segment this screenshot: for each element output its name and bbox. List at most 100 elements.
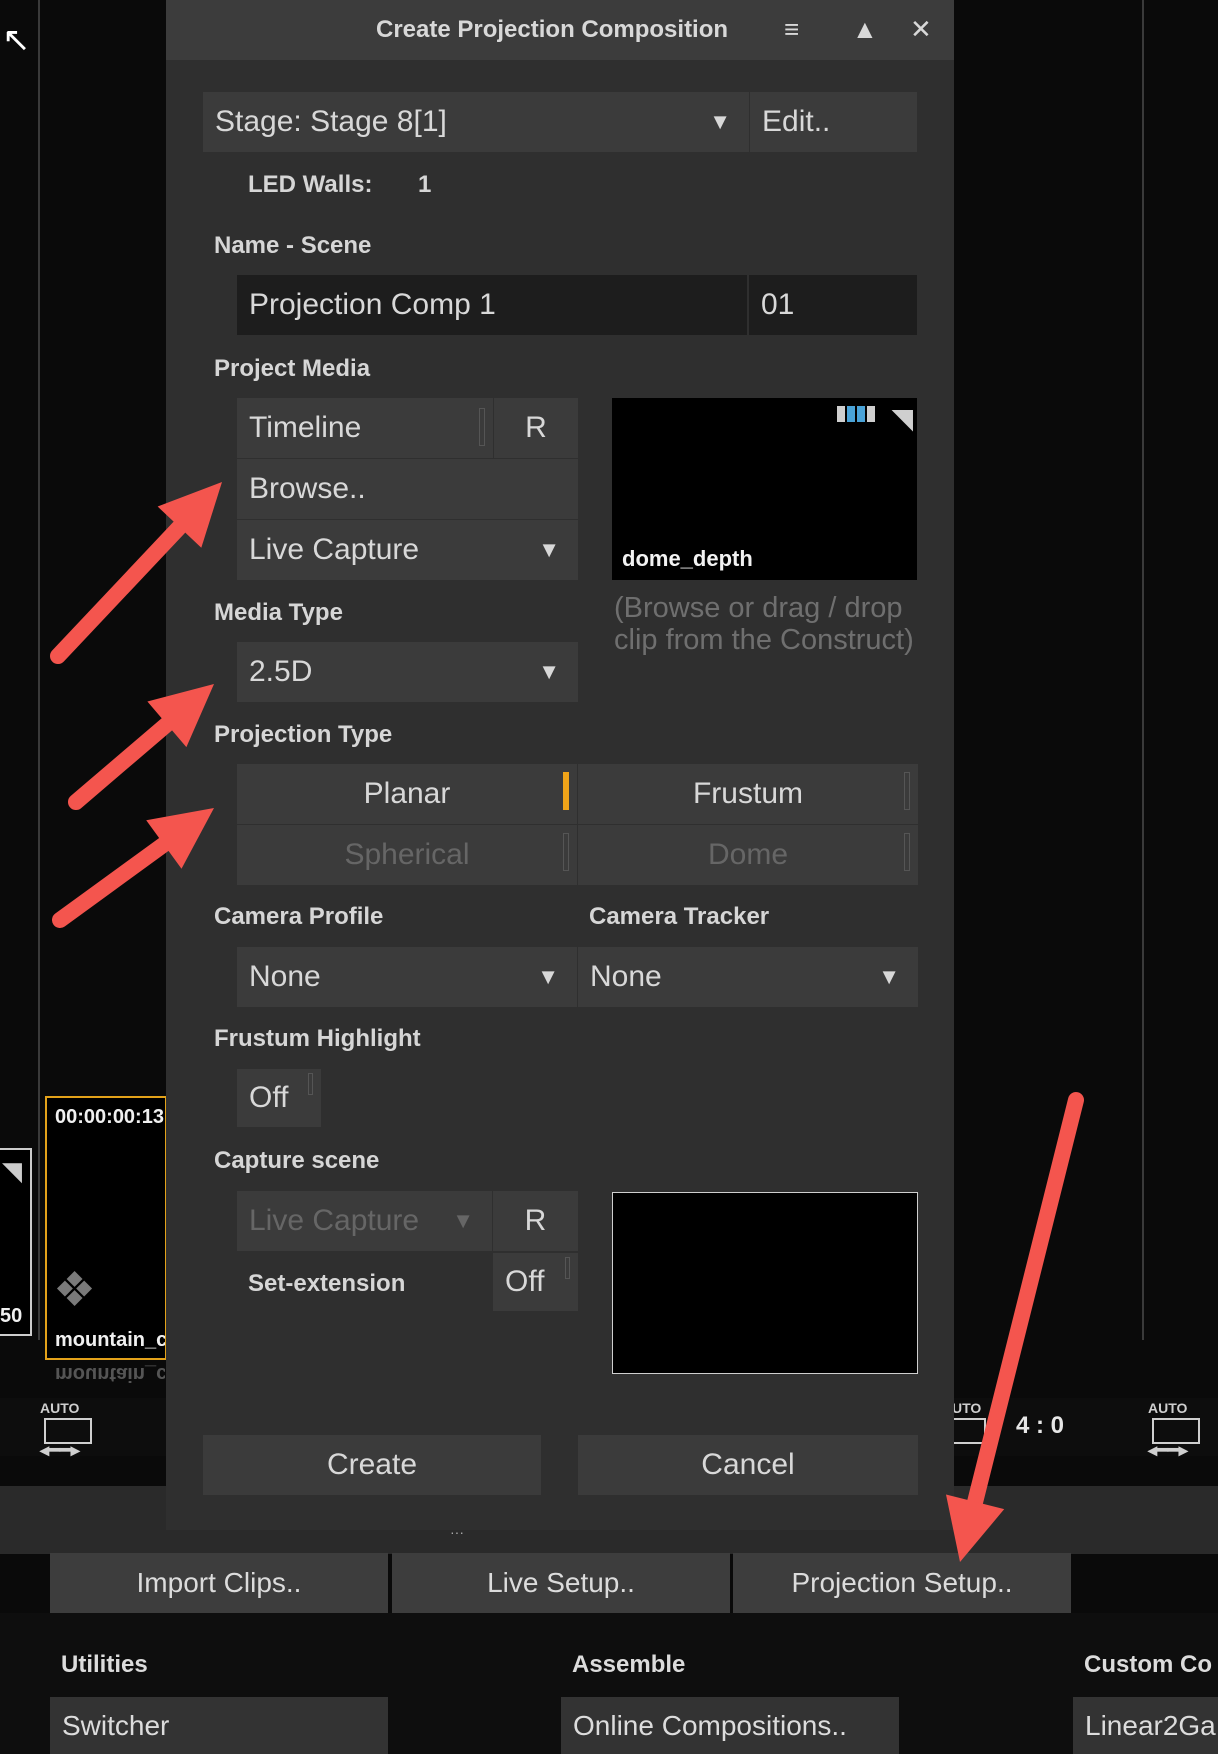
panel-divider (1142, 0, 1144, 1340)
chevron-down-icon: ▼ (452, 1208, 474, 1233)
switcher-button[interactable]: Switcher (50, 1697, 388, 1754)
annotation-arrow-shaft (68, 716, 175, 810)
chevron-down-icon: ▼ (538, 659, 560, 684)
double-arrow-icon: ◂━━▸ (1148, 1440, 1188, 1460)
custom-heading: Custom Co (1084, 1651, 1212, 1678)
assemble-heading: Assemble (572, 1651, 686, 1678)
ratio-readout: 4 : 0 (1016, 1412, 1065, 1439)
media-type-label: Media Type (214, 599, 343, 626)
level-meter-icon (837, 406, 875, 422)
set-extension-label: Set-extension (248, 1270, 406, 1297)
frustum-highlight-toggle[interactable]: Off (237, 1069, 321, 1127)
auto-transition-icon[interactable]: AUTO ◂━━▸ (40, 1400, 98, 1460)
frustum-highlight-label: Frustum Highlight (214, 1025, 421, 1052)
spherical-label: Spherical (344, 838, 470, 871)
chevron-down-icon: ▼ (538, 537, 560, 562)
camera-tracker-label: Camera Tracker (589, 903, 770, 930)
toggle-indicator (904, 833, 910, 871)
clip-name: mountain_c (55, 1329, 165, 1351)
media-preview[interactable]: ◥ dome_depth (612, 398, 917, 580)
close-icon[interactable]: ✕ (910, 14, 932, 45)
toggle-indicator (479, 408, 485, 446)
frustum-toggle[interactable]: Frustum (578, 764, 918, 824)
capture-scene-label: Capture scene (214, 1147, 380, 1174)
mouse-cursor-icon: ↖ (2, 21, 31, 59)
stage-dropdown[interactable]: Stage: Stage 8[1] ▼ (203, 92, 749, 152)
led-walls-value: 1 (418, 171, 432, 198)
preview-clip-name: dome_depth (622, 546, 753, 571)
browse-hint: (Browse or drag / drop clip from the Con… (614, 592, 914, 656)
auto-label: AUTO (40, 1400, 80, 1416)
timeline-label: Timeline (249, 411, 362, 444)
camera-profile-label: Camera Profile (214, 903, 384, 930)
clip-name-reflection: mountain_c (55, 1363, 165, 1385)
stage-value: Stage: Stage 8[1] (215, 105, 447, 138)
live-setup-button[interactable]: Live Setup.. (392, 1553, 730, 1613)
name-scene-label: Name - Scene (214, 232, 372, 259)
chevron-down-icon: ▼ (537, 964, 559, 989)
live-capture-value: Live Capture (249, 533, 420, 566)
panel-divider (38, 0, 40, 1340)
camera-tracker-dropdown[interactable]: None ▼ (578, 947, 918, 1007)
auto-label: UTO (952, 1400, 982, 1416)
puzzle-icon: ❖ (53, 1264, 97, 1317)
clip-thumbnail-partial[interactable]: ◥ 50 (0, 1148, 32, 1336)
menu-icon[interactable]: ≡ (784, 14, 799, 45)
active-indicator (563, 772, 569, 810)
create-projection-dialog: Create Projection Composition ≡ ▲ ✕ Stag… (166, 0, 954, 1530)
toggle-indicator (308, 1073, 313, 1095)
project-media-label: Project Media (214, 355, 371, 382)
dialog-title: Create Projection Composition (376, 16, 729, 43)
page-corner-icon: ◥ (2, 1156, 22, 1186)
timeline-button[interactable]: Timeline (237, 398, 493, 458)
chevron-down-icon: ▼ (878, 964, 900, 989)
stage-edit-button[interactable]: Edit.. (750, 92, 917, 152)
camera-tracker-value: None (590, 960, 662, 993)
utilities-heading: Utilities (61, 1651, 148, 1678)
projection-setup-button[interactable]: Projection Setup.. (733, 1553, 1071, 1613)
toggle-indicator (563, 833, 569, 871)
browse-button[interactable]: Browse.. (237, 459, 578, 519)
toggle-indicator (565, 1257, 570, 1279)
camera-profile-dropdown[interactable]: None ▼ (237, 947, 577, 1007)
clip-timecode: 00:00:00:13 (55, 1106, 164, 1128)
capture-reset-button[interactable]: R (493, 1191, 578, 1251)
camera-profile-value: None (249, 960, 321, 993)
frustum-highlight-value: Off (249, 1081, 289, 1114)
chevron-down-icon: ▼ (709, 109, 731, 134)
auto-transition-icon[interactable]: AUTO ◂━━▸ (1148, 1400, 1206, 1460)
online-compositions-button[interactable]: Online Compositions.. (561, 1697, 899, 1754)
dome-toggle: Dome (578, 825, 918, 885)
frustum-label: Frustum (692, 777, 803, 810)
capture-live-dropdown: Live Capture ▼ (237, 1191, 492, 1251)
spherical-toggle: Spherical (237, 825, 577, 885)
capture-preview[interactable] (612, 1192, 918, 1374)
auto-label: AUTO (1148, 1400, 1188, 1416)
projection-type-label: Projection Type (214, 721, 393, 748)
set-extension-toggle[interactable]: Off (493, 1253, 578, 1311)
led-walls-label: LED Walls: (248, 171, 373, 198)
live-capture-dropdown[interactable]: Live Capture ▼ (237, 520, 578, 580)
media-type-dropdown[interactable]: 2.5D ▼ (237, 642, 578, 702)
linear2ga-button[interactable]: Linear2Ga (1073, 1697, 1218, 1754)
toggle-indicator (904, 772, 910, 810)
film-icon (952, 1418, 986, 1444)
media-reset-button[interactable]: R (494, 398, 578, 458)
import-clips-button[interactable]: Import Clips.. (50, 1553, 388, 1613)
media-type-value: 2.5D (249, 655, 313, 688)
dialog-titlebar[interactable]: Create Projection Composition ≡ ▲ ✕ (166, 0, 954, 60)
planar-toggle[interactable]: Planar (237, 764, 577, 824)
collapse-up-icon[interactable]: ▲ (852, 14, 878, 45)
dome-label: Dome (707, 838, 789, 871)
page-corner-icon: ◥ (891, 403, 913, 434)
capture-live-value: Live Capture (249, 1204, 420, 1237)
annotation-arrow-shaft (50, 519, 188, 664)
scene-number-field[interactable]: 01 (749, 275, 917, 335)
double-arrow-icon: ◂━━▸ (40, 1440, 80, 1460)
create-button[interactable]: Create (203, 1435, 541, 1495)
clip-frame-label: 50 (0, 1305, 23, 1327)
clip-thumbnail[interactable]: 00:00:00:13 ❖ mountain_c (45, 1096, 167, 1360)
composition-name-field[interactable]: Projection Comp 1 (237, 275, 747, 335)
auto-transition-icon[interactable]: UTO (952, 1400, 1010, 1454)
cancel-button[interactable]: Cancel (578, 1435, 918, 1495)
